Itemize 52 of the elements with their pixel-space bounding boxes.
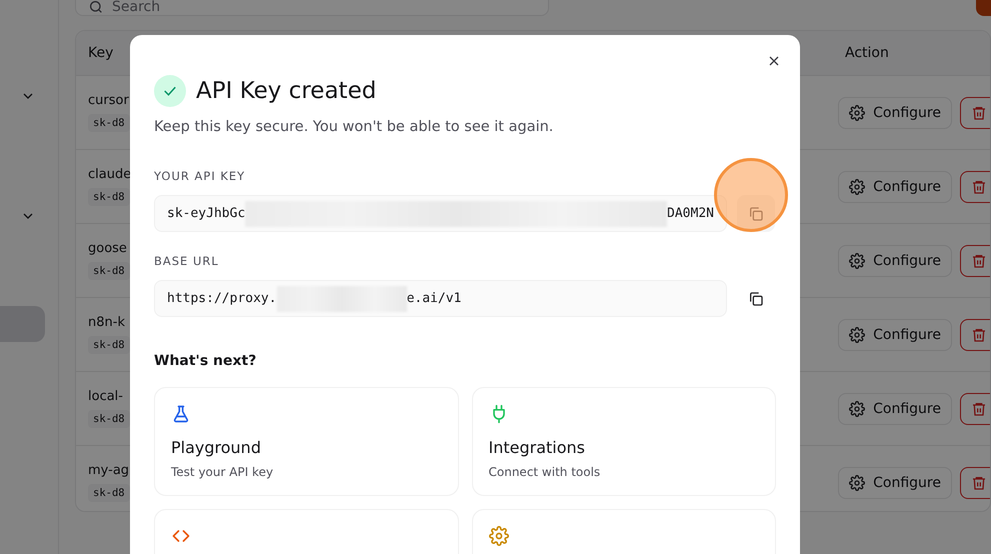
gear-icon: [849, 326, 866, 342]
column-header: Action: [844, 45, 890, 61]
check-icon: [154, 75, 186, 107]
gear-icon: [849, 252, 866, 268]
trash-icon: [971, 104, 987, 120]
gear-icon: [488, 526, 508, 546]
readonly-field[interactable]: https://proxy. e.ai/v1: [154, 280, 727, 317]
configure-button[interactable]: Configure: [838, 318, 952, 350]
key-prefix: sk-d8: [88, 188, 130, 206]
readonly-field[interactable]: sk-eyJhbGc DA0M2N: [154, 195, 727, 232]
trash-icon: [971, 178, 987, 194]
key-prefix: sk-d8: [88, 484, 130, 502]
configure-button[interactable]: Configure: [838, 170, 952, 202]
key-name: my-ag: [88, 463, 130, 478]
key-prefix: sk-d8: [88, 410, 130, 428]
copy-icon: [748, 290, 764, 306]
key-name: local-: [88, 389, 124, 404]
trash-icon: [971, 252, 987, 268]
field-label: YOUR API KEY: [154, 169, 246, 183]
configure-button[interactable]: Configure: [838, 244, 952, 276]
card-description: Connect with tools: [488, 465, 602, 479]
search-icon: [88, 0, 104, 15]
key-name: claude: [88, 167, 132, 182]
card-title: Playground: [171, 438, 262, 457]
gear-icon: [849, 474, 866, 490]
key-prefix: sk-d8: [88, 336, 130, 354]
card-description: Test your API key: [171, 465, 274, 479]
dialog-title: API Key created: [196, 78, 376, 104]
configure-button[interactable]: Configure: [838, 466, 952, 498]
section-heading: What's next?: [154, 353, 258, 369]
gear-icon: [849, 104, 866, 120]
shortcut-card[interactable]: Integrations Connect with tools: [472, 387, 776, 496]
configure-button[interactable]: Configure: [838, 392, 952, 424]
key-name: cursor: [88, 93, 130, 108]
gear-icon: [849, 178, 866, 194]
gear-icon: [849, 400, 866, 416]
copy-icon: [748, 206, 764, 222]
key-name: goose: [88, 241, 128, 256]
column-header: Key: [87, 45, 114, 61]
trash-icon: [971, 326, 987, 342]
configure-button[interactable]: Configure: [838, 96, 952, 128]
search-field[interactable]: Search: [75, 0, 549, 16]
field-label: BASE URL: [154, 254, 220, 268]
key-prefix: sk-d8: [88, 262, 130, 280]
dialog-subtitle: Keep this key secure. You won't be able to see it again.: [154, 119, 554, 135]
shortcut-card[interactable]: Playground Test your API key: [154, 387, 458, 496]
key-name: n8n-k: [88, 315, 126, 330]
trash-icon: [971, 400, 987, 416]
flask-icon: [171, 404, 191, 424]
card-title: Integrations: [488, 438, 586, 457]
trash-icon: [971, 474, 987, 490]
key-prefix: sk-d8: [88, 114, 130, 132]
